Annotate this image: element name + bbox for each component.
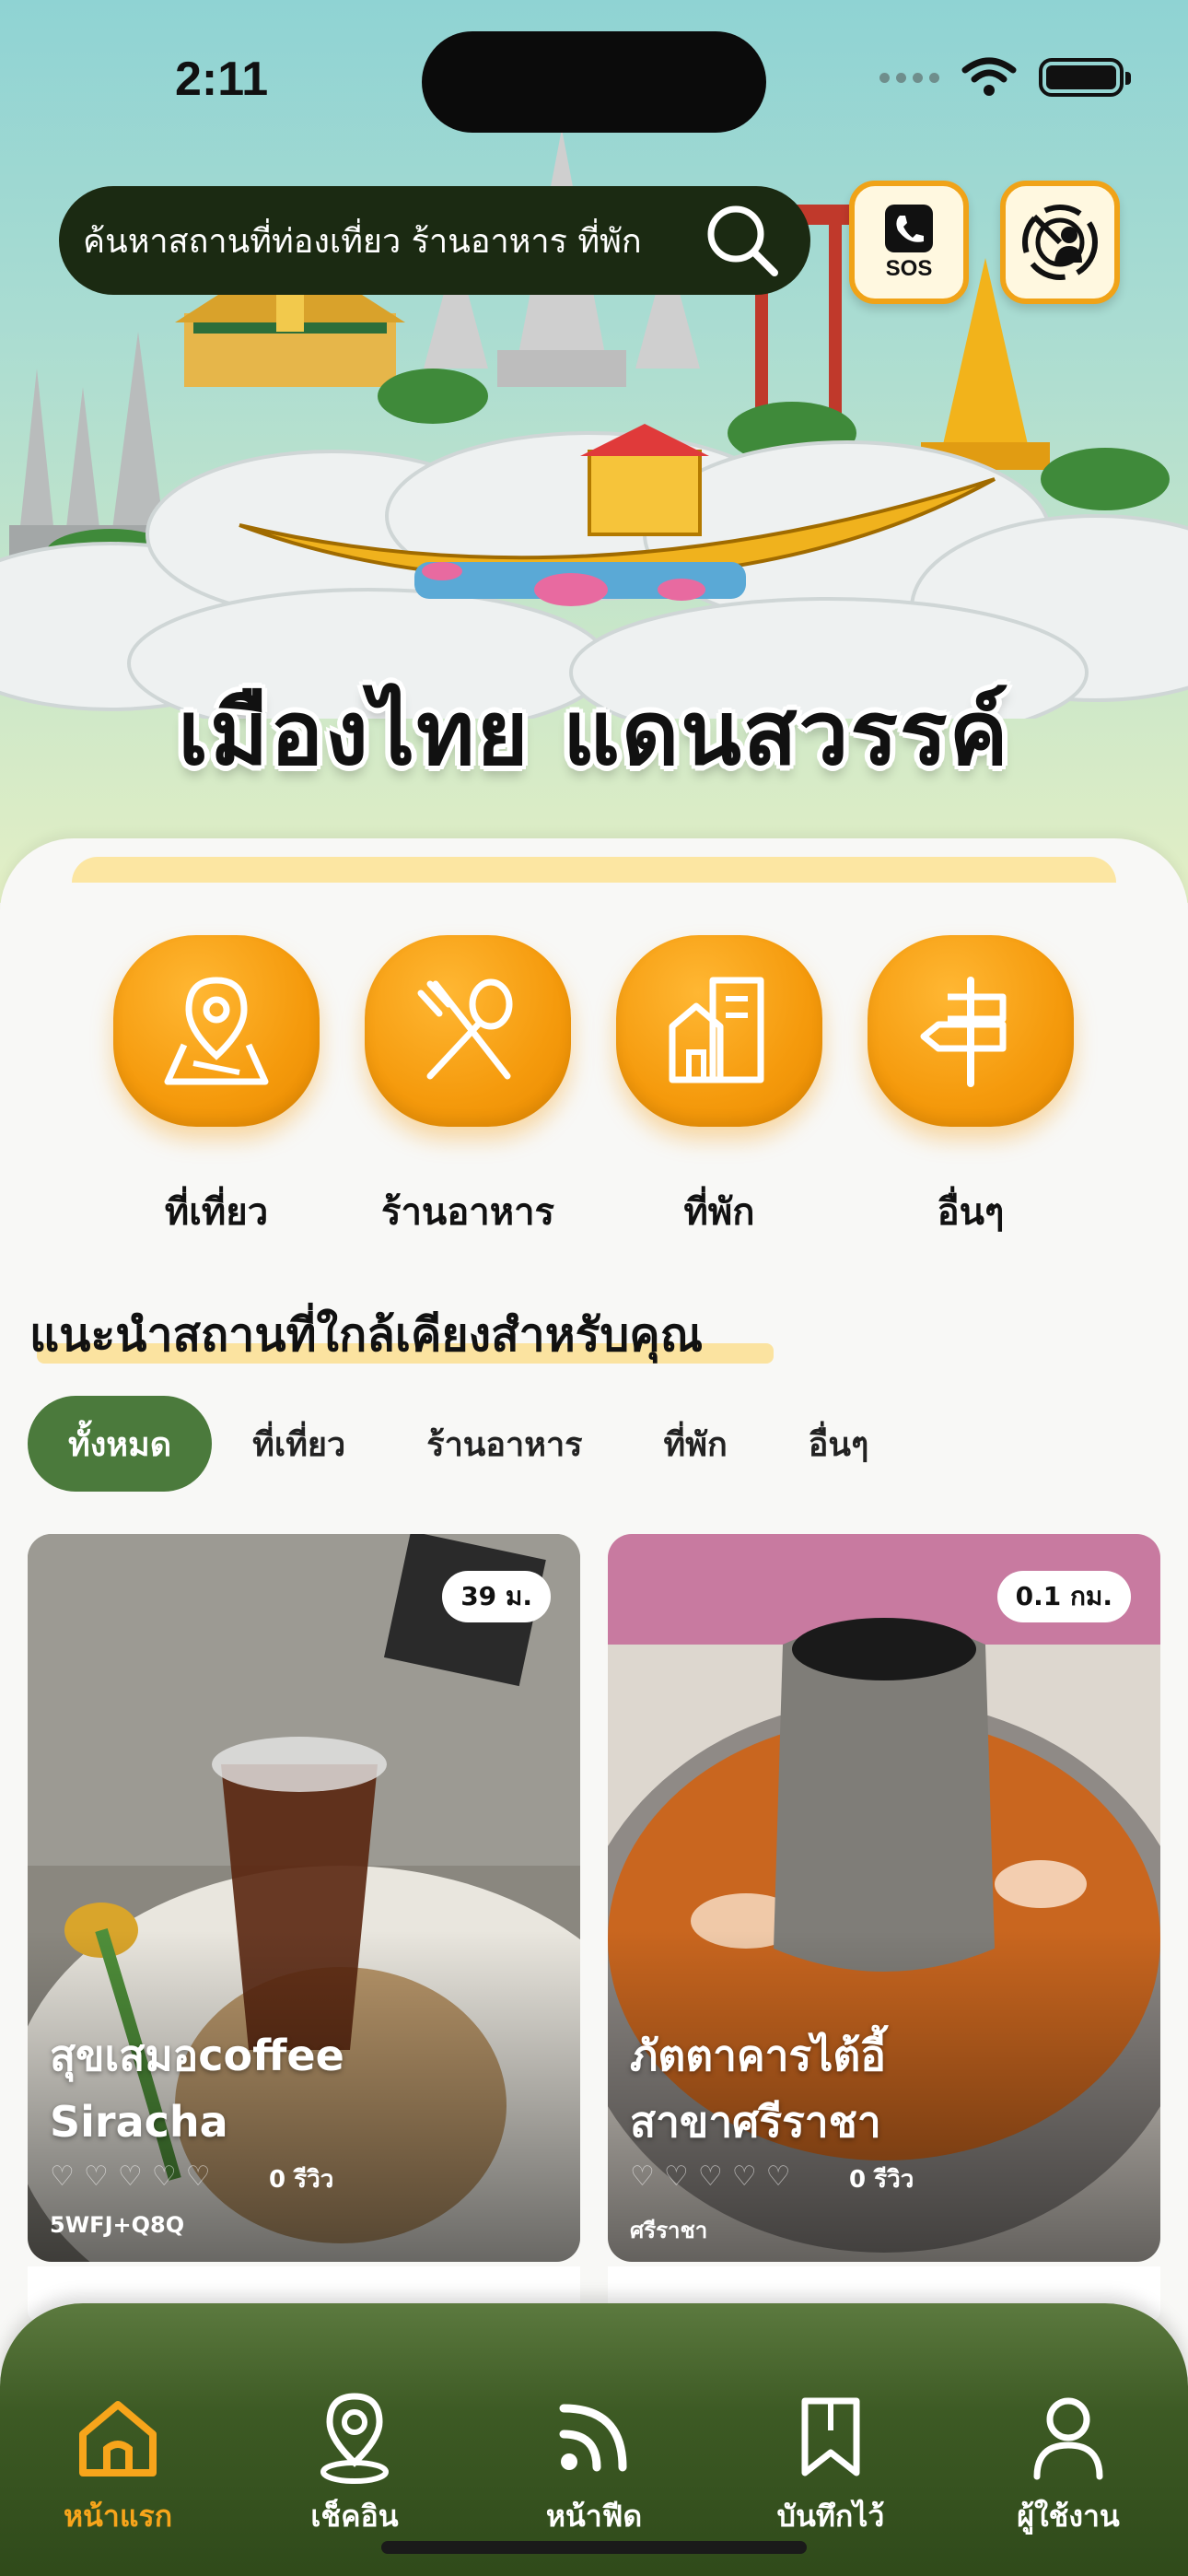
- status-bar: 2:11: [0, 0, 1188, 147]
- place-location: 5WFJ+Q8Q: [50, 2212, 185, 2238]
- filter-restaurants[interactable]: ร้านอาหาร: [386, 1396, 623, 1492]
- status-icons: [879, 57, 1131, 98]
- filter-attractions[interactable]: ที่เที่ยว: [212, 1396, 386, 1492]
- place-name-line1: ภัตตาคารไต้อี้: [630, 2031, 886, 2080]
- review-count: 0 รีวิว: [849, 2166, 914, 2194]
- heart-icon: ♡: [765, 2160, 791, 2193]
- fork-spoon-icon: [417, 978, 513, 1080]
- place-card[interactable]: 39 ม. สุขเสมอcoffee Siracha ♡ ♡ ♡ ♡ ♡ 0 …: [28, 1534, 580, 2262]
- place-name: ภัตตาคารไต้อี้ สาขาศรีราชา: [630, 2022, 1146, 2155]
- category-attractions[interactable]: ที่เที่ยว: [111, 935, 322, 1241]
- map-pin-icon: [164, 977, 269, 1085]
- bookmark-icon: [801, 2397, 860, 2476]
- tab-label: ผู้ใช้งาน: [1017, 2499, 1120, 2534]
- section-title: แนะนำสถานที่ใกล้เคียงสำหรับคุณ: [29, 1308, 704, 1362]
- category-label: ที่พัก: [683, 1191, 755, 1234]
- bottom-tab-bar: หน้าแรก เช็คอิน หน้าฟีด บันทึกไว้ ผู้ใช้…: [0, 2303, 1188, 2576]
- home-icon: [79, 2401, 157, 2476]
- brand-title: เมืองไทย แดนสวรรค์: [178, 682, 1010, 785]
- filter-all[interactable]: ทั้งหมด: [28, 1396, 213, 1492]
- place-card[interactable]: 0.1 กม. ภัตตาคารไต้อี้ สาขาศรีราชา ♡ ♡ ♡…: [608, 1534, 1160, 2262]
- signpost-icon: [920, 977, 1007, 1087]
- place-name-line2: Siracha: [50, 2097, 228, 2147]
- tab-saved[interactable]: บันทึกไว้: [729, 2386, 932, 2540]
- tab-label: หน้าแรก: [63, 2499, 173, 2534]
- building-icon: [669, 977, 764, 1083]
- search-bar[interactable]: ค้นหาสถานที่ท่องเที่ยว ร้านอาหาร ที่พัก: [59, 186, 810, 295]
- tab-home[interactable]: หน้าแรก: [17, 2386, 219, 2540]
- dynamic-island: [422, 31, 766, 133]
- search-icon[interactable]: [700, 198, 785, 283]
- heart-icon: ♡: [50, 2160, 75, 2193]
- category-accommodation[interactable]: ที่พัก: [613, 935, 825, 1241]
- category-other[interactable]: อื่นๆ: [865, 935, 1077, 1241]
- tab-profile[interactable]: ผู้ใช้งาน: [967, 2386, 1170, 2540]
- heart-icon: ♡: [117, 2160, 143, 2193]
- place-name-line2: สาขาศรีราชา: [630, 2097, 881, 2147]
- category-grid: ที่เที่ยว ร้านอาหาร ที่พัก อื่นๆ: [0, 935, 1188, 1248]
- signal-icon: [879, 72, 939, 83]
- category-label: ที่เที่ยว: [164, 1191, 269, 1234]
- filter-accommodation[interactable]: ที่พัก: [623, 1396, 768, 1492]
- place-name: สุขเสมอcoffee Siracha: [50, 2022, 565, 2155]
- feed-icon: [559, 2404, 627, 2472]
- category-other-button[interactable]: [868, 935, 1074, 1127]
- place-location: ศรีราชา: [630, 2218, 708, 2243]
- user-icon: [1033, 2397, 1103, 2480]
- distance-badge: 39 ม.: [442, 1571, 551, 1622]
- rating-hearts: ♡ ♡ ♡ ♡ ♡: [630, 2160, 791, 2193]
- hero-banner: 2:11 ค้นหาสถานที่ท่องเที่ยว ร้านอาหาร ที…: [0, 0, 1188, 903]
- tab-label: เช็คอิน: [310, 2499, 399, 2534]
- heart-icon: ♡: [151, 2160, 177, 2193]
- category-label: ร้านอาหาร: [380, 1191, 555, 1234]
- checkin-pin-icon: [320, 2393, 389, 2484]
- tab-checkin[interactable]: เช็คอิน: [253, 2386, 456, 2540]
- sos-label: SOS: [885, 256, 933, 281]
- category-restaurants[interactable]: ร้านอาหาร: [362, 935, 574, 1241]
- tab-feed[interactable]: หน้าฟีด: [493, 2386, 695, 2540]
- rating-hearts: ♡ ♡ ♡ ♡ ♡: [50, 2160, 211, 2193]
- wifi-icon: [961, 57, 1017, 96]
- home-indicator: [381, 2541, 807, 2554]
- category-attractions-button[interactable]: [113, 935, 320, 1127]
- phone-icon: [885, 205, 933, 252]
- tab-label: หน้าฟีด: [545, 2499, 643, 2534]
- heart-icon: ♡: [185, 2160, 211, 2193]
- category-accommodation-button[interactable]: [616, 935, 822, 1127]
- nearby-radar-button[interactable]: [1000, 181, 1120, 304]
- category-label: อื่นๆ: [937, 1191, 1005, 1234]
- heart-icon: ♡: [697, 2160, 723, 2193]
- search-input[interactable]: ค้นหาสถานที่ท่องเที่ยว ร้านอาหาร ที่พัก: [83, 215, 700, 267]
- radar-person-icon: [1022, 205, 1098, 280]
- battery-icon: [1039, 58, 1131, 97]
- sos-button[interactable]: SOS: [849, 181, 969, 304]
- category-restaurants-button[interactable]: [365, 935, 571, 1127]
- place-name-line1: สุขเสมอcoffee: [50, 2031, 344, 2080]
- filter-other[interactable]: อื่นๆ: [768, 1396, 910, 1492]
- sheet-accent: [72, 857, 1116, 883]
- distance-badge: 0.1 กม.: [996, 1571, 1131, 1622]
- tab-label: บันทึกไว้: [776, 2499, 885, 2534]
- heart-icon: ♡: [630, 2160, 655, 2193]
- review-count: 0 รีวิว: [269, 2166, 334, 2194]
- heart-icon: ♡: [731, 2160, 757, 2193]
- heart-icon: ♡: [83, 2160, 109, 2193]
- filter-tabs: ทั้งหมด ที่เที่ยว ร้านอาหาร ที่พัก อื่นๆ: [28, 1396, 909, 1492]
- heart-icon: ♡: [663, 2160, 689, 2193]
- status-time: 2:11: [175, 53, 269, 106]
